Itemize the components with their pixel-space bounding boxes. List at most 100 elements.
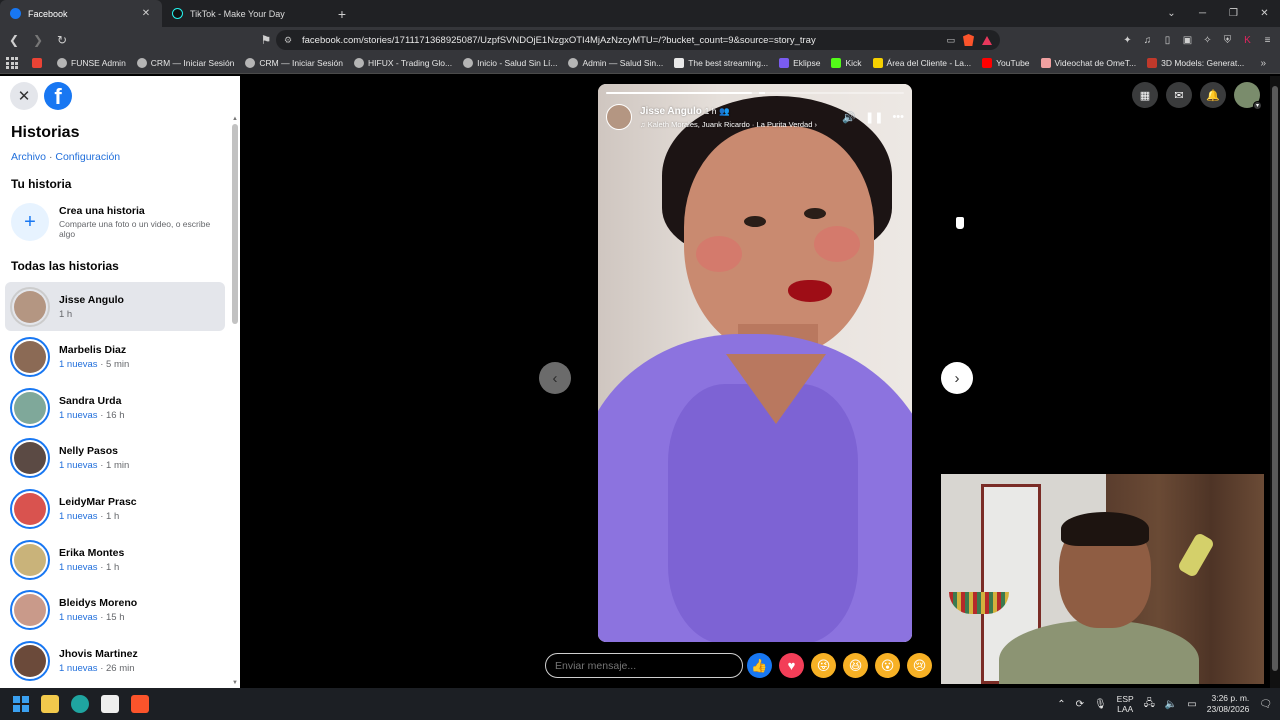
close-tab-icon[interactable]: ✕ — [140, 8, 152, 19]
battery-icon[interactable]: ▭ — [1187, 699, 1196, 710]
sidebar-scrollbar[interactable]: ▲ ▼ — [232, 116, 238, 686]
bookmark-item[interactable]: YouTube — [982, 58, 1030, 68]
sad-icon[interactable]: 😢 — [907, 653, 932, 678]
create-story-title: Crea una historia — [59, 205, 145, 217]
settings-link[interactable]: Configuración — [55, 151, 120, 163]
story-item[interactable]: Jisse Angulo 1 h — [5, 282, 225, 331]
like-icon[interactable]: 👍 — [747, 653, 772, 678]
windows-start-icon[interactable] — [13, 696, 29, 712]
vpn-icon[interactable]: ⛨ — [1221, 34, 1234, 47]
story-item[interactable]: Erika Montes 1 nuevas · 1 h — [5, 535, 225, 584]
create-story-button[interactable]: + Crea una historia Comparte una foto o … — [11, 203, 240, 241]
scroll-down-icon[interactable]: ▼ — [231, 680, 239, 686]
microsoft-store-icon[interactable] — [101, 695, 119, 713]
story-item[interactable]: Marbelis Diaz 1 nuevas · 5 min — [5, 332, 225, 381]
3d-models-icon — [1147, 58, 1158, 68]
story-author-name: Nelly Pasos — [59, 444, 118, 457]
bookmark-item[interactable]: FUNSE Admin — [57, 58, 126, 68]
story-music[interactable]: Kaleth Morales, Juank Ricardo · La Purit… — [648, 120, 813, 129]
network-icon[interactable]: 🖧 — [1144, 696, 1155, 713]
new-tab-button[interactable]: + — [330, 0, 354, 27]
microphone-icon[interactable]: 🎙 — [1094, 699, 1107, 710]
leo-ai-icon[interactable]: ✧ — [1201, 34, 1214, 47]
profile-extension-icon[interactable]: K — [1241, 34, 1254, 47]
messenger-icon[interactable]: ✉ — [1166, 82, 1192, 108]
bookmark-item[interactable]: The best streaming... — [674, 58, 768, 68]
story-item[interactable]: Nelly Pasos 1 nuevas · 1 min — [5, 433, 225, 482]
bookmark-item[interactable]: CRM — Iniciar Sesión — [245, 58, 343, 68]
bookmark-item[interactable]: 3D Models: Generat... — [1147, 58, 1244, 68]
sync-icon[interactable]: ⟳ — [1076, 699, 1084, 710]
story-card[interactable]: Jisse Angulo 1 h 👥 ♫ Kaleth Morales, Jua… — [598, 84, 912, 642]
more-options-icon[interactable]: ••• — [892, 111, 904, 124]
close-icon[interactable]: ✕ — [10, 82, 38, 110]
laugh-icon[interactable]: 😆 — [843, 653, 868, 678]
story-item[interactable]: Sandra Urda 1 nuevas · 16 h — [5, 383, 225, 432]
bookmark-gmail[interactable] — [32, 58, 46, 68]
menu-grid-icon[interactable]: ▦ — [1132, 82, 1158, 108]
notification-icon[interactable]: 🗨 — [1259, 699, 1272, 710]
story-item[interactable]: Jhovis Martinez 1 nuevas · 26 min — [5, 636, 225, 685]
bookmark-item[interactable]: Eklipse — [779, 58, 820, 68]
facebook-logo-icon[interactable]: f — [44, 82, 72, 110]
minimize-icon[interactable]: ─ — [1187, 8, 1218, 19]
volume-icon[interactable]: 🔈 — [1165, 699, 1177, 710]
bookmark-item[interactable]: HIFUX - Trading Glo... — [354, 58, 452, 68]
scrollbar-thumb[interactable] — [232, 124, 238, 324]
scrollbar-thumb[interactable] — [1272, 86, 1278, 671]
tab-tiktok[interactable]: TikTok - Make Your Day — [162, 0, 324, 27]
wallet-icon[interactable]: ▣ — [1181, 34, 1194, 47]
clock[interactable]: 3:26 p. m. 23/08/2026 — [1207, 693, 1250, 715]
close-window-icon[interactable]: ✕ — [1249, 8, 1280, 19]
address-bar[interactable]: ⚙ facebook.com/stories/1711171368925087/… — [276, 30, 1000, 50]
reload-icon[interactable]: ↻ — [52, 33, 72, 47]
back-icon[interactable]: ❮ — [4, 33, 24, 47]
page-scrollbar[interactable] — [1270, 76, 1280, 688]
avatar — [10, 488, 50, 529]
bookmark-item[interactable]: CRM — Iniciar Sesión — [136, 58, 234, 68]
archive-link[interactable]: Archivo — [11, 151, 46, 163]
notifications-bell-icon[interactable]: 🔔 — [1200, 82, 1226, 108]
media-icon[interactable]: ♫ — [1141, 34, 1154, 47]
site-info-icon[interactable]: ⚙ — [284, 35, 302, 46]
more-bookmarks-icon[interactable]: » — [1260, 58, 1266, 69]
bookmark-item[interactable]: Inicio - Salud Sin Lí... — [463, 58, 557, 68]
tab-facebook[interactable]: Facebook ✕ — [0, 0, 162, 27]
file-explorer-icon[interactable] — [41, 695, 59, 713]
brave-browser-icon[interactable] — [131, 695, 149, 713]
story-author-avatar[interactable] — [606, 104, 632, 130]
apps-grid-icon[interactable] — [6, 57, 20, 69]
bookmark-item[interactable]: Kick — [831, 58, 862, 68]
tab-search-icon[interactable]: ⌄ — [1156, 8, 1187, 19]
scroll-up-icon[interactable]: ▲ — [231, 116, 239, 122]
wow-icon[interactable]: 😮 — [875, 653, 900, 678]
story-author[interactable]: Jisse Angulo — [640, 106, 702, 117]
story-item[interactable]: LeidyMar Prasc 1 nuevas · 1 h — [5, 484, 225, 533]
message-input[interactable] — [545, 653, 743, 678]
profile-avatar[interactable]: ▾ — [1234, 82, 1262, 110]
previous-story-button[interactable]: ‹ — [539, 362, 571, 394]
next-story-button[interactable]: › — [941, 362, 973, 394]
bookmark-item[interactable]: Área del Cliente - La... — [872, 58, 971, 68]
restore-icon[interactable]: ❐ — [1218, 8, 1249, 19]
bookmark-item[interactable]: Admin — Salud Sin... — [568, 58, 663, 68]
brave-rewards-icon[interactable] — [982, 35, 992, 45]
extensions-icon[interactable]: ✦ — [1121, 34, 1134, 47]
sidebar-icon[interactable]: ▯ — [1161, 34, 1174, 47]
love-icon[interactable]: ♥ — [779, 653, 804, 678]
brave-shields-icon[interactable] — [963, 34, 974, 46]
cast-icon[interactable]: ▭ — [946, 35, 955, 46]
chevron-up-icon[interactable]: ⌃ — [1057, 699, 1065, 710]
haha-tongue-icon[interactable]: 😜 — [811, 653, 836, 678]
eklipse-icon — [779, 58, 790, 68]
pause-icon[interactable]: ❚❚ — [865, 111, 883, 124]
bookmark-item[interactable]: Videochat de OmeT... — [1040, 58, 1136, 68]
language-indicator[interactable]: ESP LAA — [1117, 694, 1134, 714]
volume-icon[interactable]: 🔊 — [842, 111, 856, 124]
facebook-favicon-icon — [10, 8, 21, 19]
edge-browser-icon[interactable] — [71, 695, 89, 713]
menu-icon[interactable]: ≡ — [1261, 34, 1274, 47]
story-item[interactable]: Bleidys Moreno 1 nuevas · 15 h — [5, 585, 225, 634]
bookmark-icon[interactable]: ⚑ — [256, 33, 276, 47]
forward-icon[interactable]: ❯ — [28, 33, 48, 47]
